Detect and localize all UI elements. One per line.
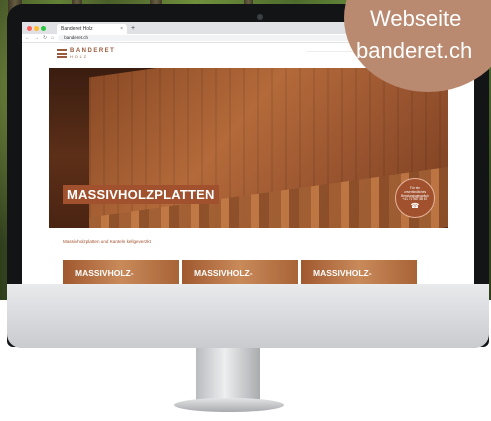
forward-icon[interactable]: → <box>34 35 39 41</box>
monitor-chin <box>7 284 489 348</box>
logo-mark-icon <box>57 49 67 58</box>
monitor-stand-foot <box>174 398 284 412</box>
product-card[interactable]: MASSIVHOLZ- <box>63 260 179 284</box>
product-card[interactable]: MASSIVHOLZ- <box>301 260 417 284</box>
site-logo[interactable]: BANDERET HOLZ <box>57 48 115 59</box>
phone-icon: ☎ <box>410 203 420 211</box>
product-cards: MASSIVHOLZ- MASSIVHOLZ- MASSIVHOLZ- <box>63 260 417 284</box>
camera-dot <box>257 14 263 20</box>
back-icon[interactable]: ← <box>25 35 30 41</box>
contact-cta[interactable]: Für ein unverbindliches Beratungsgespräc… <box>395 178 435 218</box>
close-tab-icon[interactable]: × <box>120 24 123 34</box>
badge-line2: banderet.ch <box>356 38 473 63</box>
section-label: Massivholzplatten und Kanteln kellgeverz… <box>63 239 151 244</box>
maximize-window-dot[interactable] <box>41 26 46 31</box>
hero-title: MASSIVHOLZPLATTEN <box>63 185 219 204</box>
url-field[interactable]: banderet.ch <box>58 35 389 41</box>
new-tab-icon[interactable]: + <box>131 24 135 34</box>
hero-image: MASSIVHOLZPLATTEN Für ein unverbindliche… <box>49 68 448 228</box>
close-window-dot[interactable] <box>27 26 32 31</box>
minimize-window-dot[interactable] <box>34 26 39 31</box>
home-icon[interactable]: ⌂ <box>51 35 54 41</box>
reload-icon[interactable]: ↻ <box>43 35 47 41</box>
tab-active[interactable]: Banderet Holz × <box>57 24 127 34</box>
monitor-stand-neck <box>196 348 260 400</box>
product-card[interactable]: MASSIVHOLZ- <box>182 260 298 284</box>
badge-line1: Webseite <box>370 6 462 31</box>
tab-title: Banderet Holz <box>61 26 93 32</box>
logo-sub: HOLZ <box>70 54 88 59</box>
